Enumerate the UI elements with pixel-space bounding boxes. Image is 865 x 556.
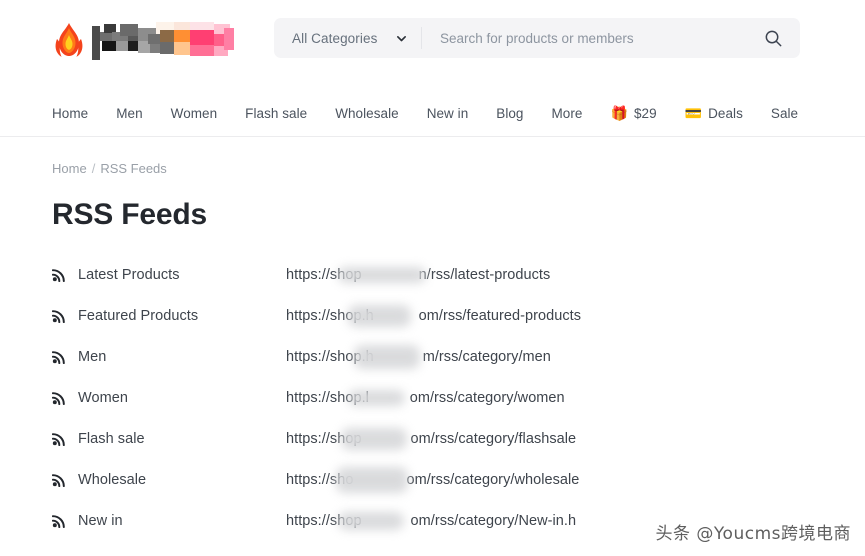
- rss-icon: [52, 472, 67, 487]
- feed-url[interactable]: https://shop.l om/rss/category/women: [286, 389, 565, 406]
- feed-url-text: https://sho om/rss/category/wholesale: [286, 471, 580, 488]
- rss-icon: [52, 390, 67, 405]
- nav-item-label: Deals: [708, 105, 743, 121]
- feed-label[interactable]: New in: [78, 513, 123, 529]
- credit-card-icon: 💳: [684, 105, 703, 121]
- search-button[interactable]: [746, 18, 800, 58]
- gift-icon: 🎁: [610, 105, 628, 121]
- category-select[interactable]: All Categories: [274, 18, 421, 58]
- feed-url-text: https://shop.h m/rss/category/men: [286, 348, 551, 365]
- nav-item-more[interactable]: More: [552, 106, 583, 121]
- breadcrumb-current: RSS Feeds: [100, 161, 167, 176]
- nav-item-label: Flash sale: [245, 105, 308, 121]
- list-item: Flash sale https://shop om/rss/category/…: [0, 418, 865, 459]
- watermark: 头条 @Youcms跨境电商: [655, 524, 851, 544]
- flame-icon: [52, 22, 86, 64]
- rss-icon: [52, 431, 67, 446]
- feed-name-cell: Men: [52, 349, 286, 365]
- nav-item-label: Wholesale: [335, 105, 399, 121]
- feed-url-text: https://shop.l om/rss/category/women: [286, 389, 565, 406]
- feed-label[interactable]: Latest Products: [78, 267, 180, 283]
- feed-name-cell: Wholesale: [52, 472, 286, 488]
- breadcrumb-separator: /: [91, 161, 96, 176]
- feed-url[interactable]: https://shop om/rss/category/flashsale: [286, 427, 577, 450]
- feed-name-cell: Latest Products: [52, 267, 286, 283]
- feed-url-text: https://shop om/rss/category/flashsale: [286, 430, 577, 447]
- feed-label[interactable]: Featured Products: [78, 308, 198, 324]
- feed-url[interactable]: https://shop.h m/rss/category/men: [286, 344, 551, 369]
- list-item: Featured Products https://shop.h om/rss/…: [0, 295, 865, 336]
- nav-item-sale[interactable]: Sale: [771, 106, 798, 121]
- nav-item-wholesale[interactable]: Wholesale: [335, 106, 398, 121]
- feed-label[interactable]: Wholesale: [78, 472, 146, 488]
- nav-item-new-in[interactable]: New in: [427, 106, 469, 121]
- breadcrumb-home[interactable]: Home: [52, 161, 87, 176]
- nav-item-label: New in: [426, 105, 469, 121]
- main-nav: Home Men Women Flash sale Wholesale New …: [0, 90, 865, 136]
- feed-label[interactable]: Women: [78, 390, 128, 406]
- feed-name-cell: Featured Products: [52, 308, 286, 324]
- rss-icon: [52, 349, 67, 364]
- nav-item-label: $29: [633, 105, 657, 121]
- nav-item-men[interactable]: Men: [116, 106, 142, 121]
- rss-icon: [52, 267, 67, 282]
- nav-item-label: Women: [170, 105, 218, 121]
- nav-item-flash-sale[interactable]: Flash sale: [245, 106, 307, 121]
- nav-item-women[interactable]: Women: [171, 106, 218, 121]
- nav-item-credit[interactable]: 🎁 $29: [610, 106, 656, 121]
- rss-feed-list: Latest Products https://shop n/rss/lates…: [0, 232, 865, 541]
- nav-item-home[interactable]: Home: [52, 106, 88, 121]
- feed-name-cell: Women: [52, 390, 286, 406]
- category-select-label: All Categories: [292, 30, 378, 46]
- feed-url-text: https://shop om/rss/category/New-in.h: [286, 512, 577, 529]
- page-title: RSS Feeds: [52, 198, 207, 231]
- nav-item-label: Sale: [770, 105, 799, 121]
- list-item: Latest Products https://shop n/rss/lates…: [0, 254, 865, 295]
- feed-label[interactable]: Men: [78, 349, 106, 365]
- site-logo[interactable]: [52, 15, 240, 71]
- feed-name-cell: Flash sale: [52, 431, 286, 447]
- nav-item-deals[interactable]: 💳 Deals: [685, 106, 743, 121]
- search-icon: [764, 29, 783, 48]
- rss-icon: [52, 513, 67, 528]
- list-item: Women https://shop.l om/rss/category/wom…: [0, 377, 865, 418]
- logo-wordmark-redacted: [90, 20, 240, 66]
- feed-url[interactable]: https://shop n/rss/latest-products: [286, 266, 551, 283]
- rss-icon: [52, 308, 67, 323]
- nav-item-label: More: [551, 105, 583, 121]
- breadcrumb: Home / RSS Feeds: [0, 137, 865, 176]
- feed-url[interactable]: https://sho om/rss/category/wholesale: [286, 466, 580, 493]
- nav-item-label: Blog: [496, 105, 524, 121]
- search-bar: All Categories: [274, 18, 800, 58]
- list-item: Wholesale https://sho om/rss/category/wh…: [0, 459, 865, 500]
- nav-item-blog[interactable]: Blog: [496, 106, 523, 121]
- nav-item-label: Home: [52, 105, 89, 121]
- chevron-down-icon: [396, 33, 407, 44]
- feed-url[interactable]: https://shop om/rss/category/New-in.h: [286, 511, 577, 530]
- list-item: Men https://shop.h m/rss/category/men: [0, 336, 865, 377]
- nav-item-label: Men: [116, 105, 143, 121]
- feed-url-text: https://shop.h om/rss/featured-products: [286, 307, 581, 324]
- site-header: All Categories: [0, 0, 865, 90]
- feed-label[interactable]: Flash sale: [78, 431, 145, 447]
- feed-name-cell: New in: [52, 513, 286, 529]
- search-input[interactable]: [422, 18, 746, 58]
- feed-url[interactable]: https://shop.h om/rss/featured-products: [286, 304, 581, 327]
- feed-url-text: https://shop n/rss/latest-products: [286, 266, 551, 283]
